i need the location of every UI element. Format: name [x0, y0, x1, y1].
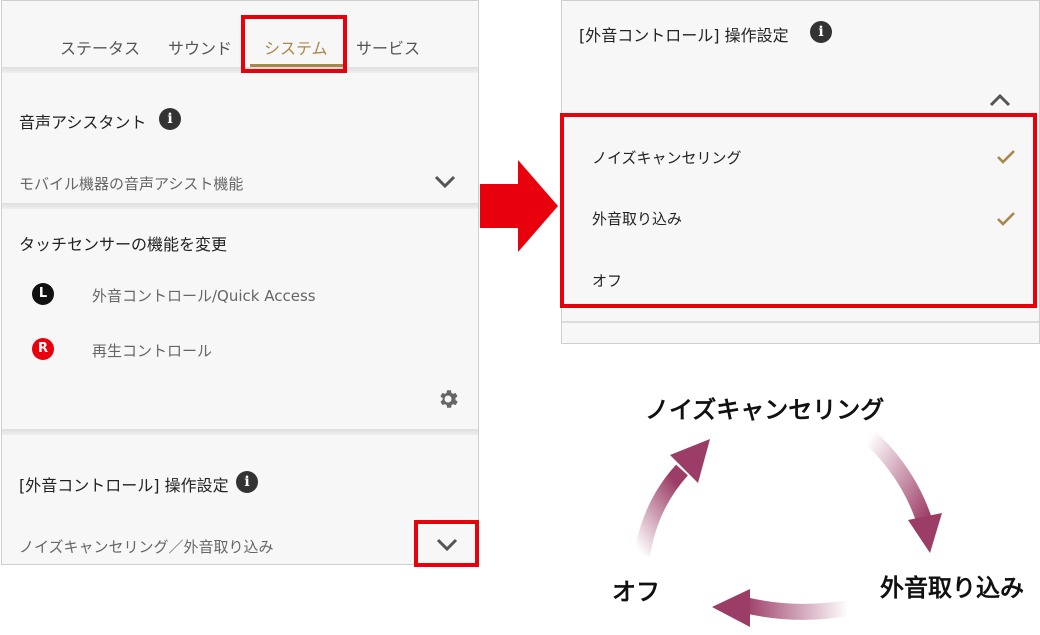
- popup-title: [外音コントロール] 操作設定: [579, 26, 789, 45]
- info-icon[interactable]: i: [810, 21, 832, 43]
- gear-icon[interactable]: [436, 387, 460, 411]
- voice-assistant-value: モバイル機器の音声アシスト機能: [19, 175, 244, 193]
- tab-bar: ステータス サウンド システム サービス: [2, 1, 478, 67]
- info-icon[interactable]: i: [236, 471, 258, 493]
- settings-panel: ステータス サウンド システム サービス 音声アシスタント i モバイル機器の音…: [1, 0, 479, 565]
- voice-assistant-title: 音声アシスタント: [19, 113, 147, 132]
- divider: [2, 429, 478, 435]
- left-function-label: 外音コントロール/Quick Access: [92, 287, 316, 305]
- highlight-box: [241, 15, 347, 73]
- chevron-down-icon[interactable]: [434, 175, 456, 189]
- tab-status[interactable]: ステータス: [60, 35, 140, 59]
- cycle-arrows: [634, 431, 942, 627]
- tab-service[interactable]: サービス: [356, 35, 420, 59]
- highlight-box: [414, 520, 479, 567]
- divider: [2, 203, 478, 209]
- info-icon[interactable]: i: [159, 108, 181, 130]
- touch-sensor-title: タッチセンサーの機能を変更: [19, 235, 228, 254]
- tab-sound[interactable]: サウンド: [168, 35, 232, 59]
- highlight-box: [560, 113, 1037, 308]
- right-earbud-badge: R: [32, 338, 54, 360]
- cycle-arrow-icon: [864, 431, 942, 553]
- cycle-label-noise-cancelling: ノイズキャンセリング: [645, 396, 885, 424]
- cycle-arrow-icon: [634, 439, 710, 557]
- cycle-arrow-icon: [712, 589, 850, 627]
- chevron-up-icon[interactable]: [989, 93, 1011, 107]
- arrow-right-icon: [480, 160, 558, 252]
- divider: [562, 321, 1039, 323]
- right-function-label: 再生コントロール: [92, 342, 213, 360]
- ambient-control-value: ノイズキャンセリング／外音取り込み: [19, 538, 274, 556]
- left-earbud-badge: L: [32, 283, 54, 305]
- ambient-control-title: [外音コントロール] 操作設定: [19, 476, 229, 495]
- divider: [2, 67, 478, 73]
